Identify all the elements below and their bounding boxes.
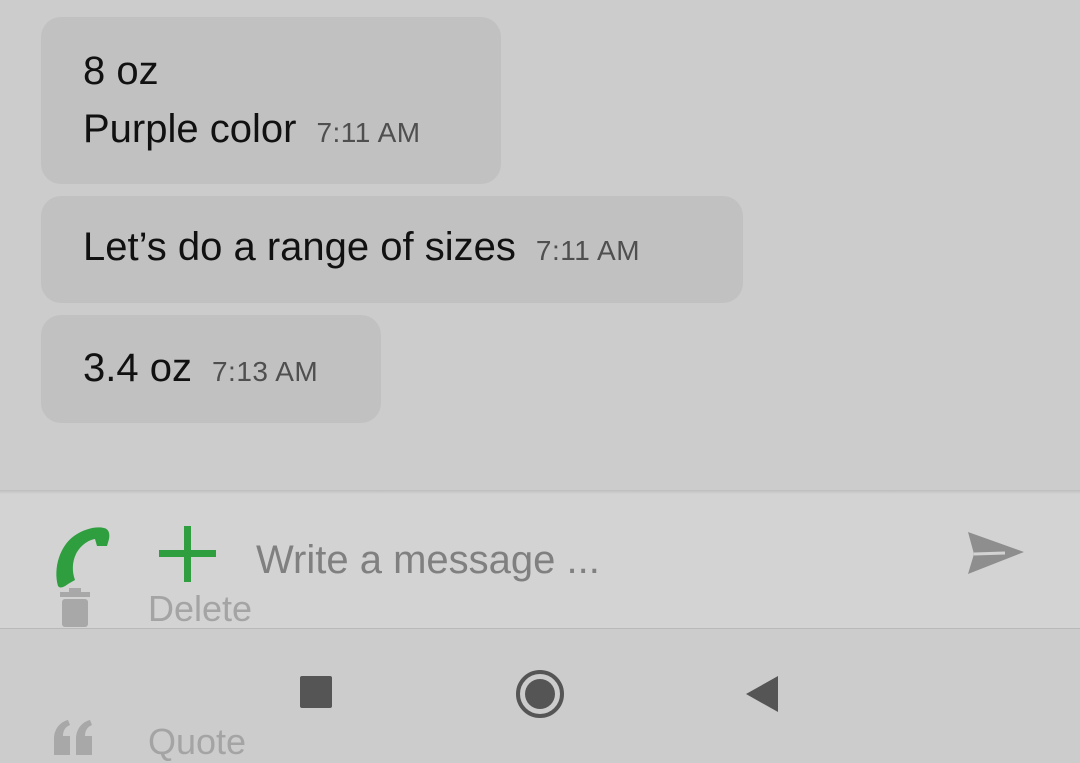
message-timestamp: 7:11 AM bbox=[535, 235, 641, 266]
trash-icon bbox=[58, 588, 92, 633]
message-text-line: 3.4 oz bbox=[83, 346, 192, 390]
composer-divider bbox=[0, 490, 1080, 512]
message-timestamp: 7:11 AM bbox=[316, 117, 421, 148]
system-nav-bar: Quote bbox=[0, 629, 1080, 762]
message-composer: Delete bbox=[0, 512, 1080, 629]
phone-icon[interactable] bbox=[52, 524, 112, 597]
send-icon[interactable] bbox=[965, 528, 1027, 585]
home-circle-icon[interactable] bbox=[515, 669, 565, 724]
message-input[interactable] bbox=[256, 532, 936, 588]
message-bubble[interactable]: 3.4 oz 7:13 AM bbox=[41, 315, 381, 423]
message-list: 8 oz Purple color 7:11 AM Let’s do a rang… bbox=[0, 0, 1080, 492]
message-text-line: Purple color bbox=[83, 107, 297, 151]
quote-menu-item[interactable]: Quote bbox=[148, 721, 246, 763]
message-bubble[interactable]: 8 oz Purple color 7:11 AM bbox=[41, 17, 501, 184]
message-bubble[interactable]: Let’s do a range of sizes 7:11 AM bbox=[41, 196, 743, 303]
recents-square-icon[interactable] bbox=[299, 675, 333, 714]
back-triangle-icon[interactable] bbox=[744, 674, 780, 719]
delete-menu-item[interactable]: Delete bbox=[148, 588, 252, 630]
message-text-line: 8 oz bbox=[83, 49, 159, 93]
quote-icon bbox=[52, 719, 96, 760]
plus-icon[interactable] bbox=[158, 524, 218, 589]
message-text-line: Let’s do a range of sizes bbox=[83, 225, 516, 269]
message-timestamp: 7:13 AM bbox=[211, 356, 319, 387]
